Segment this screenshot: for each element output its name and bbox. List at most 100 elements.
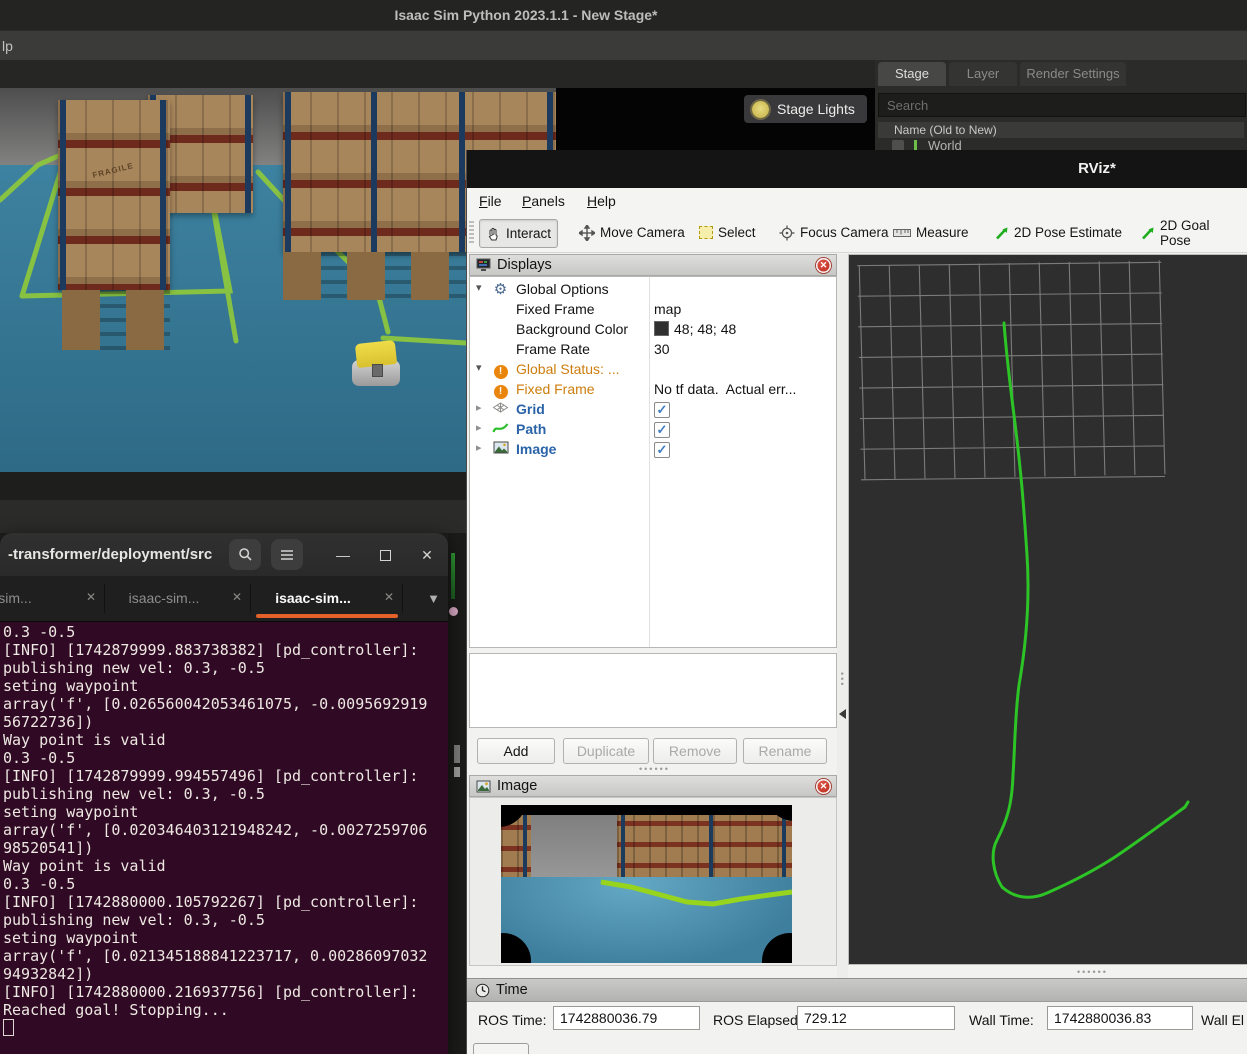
toolbar-interact-button[interactable]: Interact [479,219,558,248]
add-button[interactable]: Add [477,738,555,764]
rviz-menu-panels[interactable]: Panels [522,188,565,215]
terminal-tab-0[interactable]: sim... ✕ [0,576,104,621]
drag-handle[interactable]: •••••• [639,764,670,774]
row-label: Global Status: ... [516,361,620,377]
enabled-checkbox[interactable]: ✓ [654,402,670,418]
light-bulb-icon [752,101,769,118]
visibility-bar-icon [914,140,917,150]
toolbar-grip[interactable] [469,221,474,245]
collapse-arrow-icon[interactable] [839,709,846,719]
panel-splitter[interactable]: ••• [837,254,848,994]
toolbar-2d-pose-estimate-button[interactable]: 2D Pose Estimate [989,219,1128,246]
time-panel-header[interactable]: Time [467,978,1247,1002]
isaac-window-title: Isaac Sim Python 2023.1.1 - New Stage* [0,0,1052,30]
displays-panel-header[interactable]: Displays ✕ [469,254,837,276]
close-icon[interactable]: ✕ [816,779,831,794]
toolbar-focus-camera-button[interactable]: Focus Camera [773,219,895,246]
displays-row-path[interactable]: ▸Path✓ [470,420,836,440]
menu-button[interactable] [271,539,303,570]
rviz-3d-view[interactable] [848,254,1247,965]
pose-arrow-icon [995,226,1009,240]
tab-close-icon[interactable]: ✕ [232,590,242,604]
stage-search-input[interactable] [878,93,1246,117]
displays-row-grid[interactable]: ▸ Grid ✓ [470,400,836,420]
toolbar-select-button[interactable]: Select [693,219,762,246]
viewport-lower-strip [0,472,466,500]
time-field-input[interactable] [797,1006,955,1030]
menu-help-partial[interactable]: lp [2,31,13,61]
remove-button[interactable]: Remove [653,738,737,764]
expander-icon[interactable]: ▸ [476,401,482,414]
search-button[interactable] [229,539,261,570]
row-value[interactable]: No tf data. Actual err... [654,381,796,397]
displays-tree: ▾⚙Global OptionsFixed FramemapBackground… [469,276,837,648]
toolbar-button-label: 2D Goal Pose [1160,218,1242,248]
property-pane [469,653,837,728]
rviz-titlebar[interactable]: RViz* [467,150,1247,188]
close-button[interactable]: ✕ [412,540,442,570]
chevron-down-icon[interactable]: ▼ [427,576,440,621]
expander-icon[interactable]: ▾ [476,281,482,294]
rviz-window-title: RViz* [1052,150,1142,188]
enabled-checkbox[interactable]: ✓ [654,442,670,458]
expander-icon[interactable]: ▾ [476,361,482,374]
rviz-menu-help[interactable]: Help [587,188,616,215]
toolbar-measure-button[interactable]: Measure [887,219,975,246]
time-field-input[interactable] [553,1006,700,1030]
maximize-icon [380,550,391,561]
isaac-menubar: lp [0,30,1247,61]
row-label: Image [516,441,556,457]
duplicate-button[interactable]: Duplicate [563,738,649,764]
warehouse-robot[interactable] [352,342,400,386]
time-panel-title: Time [496,982,528,998]
viewport-black-region: Stage Lights [556,88,880,150]
image-icon [492,441,509,458]
stage-tab-render-settings[interactable]: Render Settings [1020,62,1126,86]
rename-button[interactable]: Rename [743,738,827,764]
tab-close-icon[interactable]: ✕ [384,590,394,604]
stage-row-world[interactable]: World [878,140,1244,150]
tab-label: sim... [0,576,76,621]
displays-row-global-options[interactable]: ▾⚙Global Options [470,280,836,300]
background-strip [448,533,466,1054]
image-panel-icon [476,780,491,793]
maximize-button[interactable] [370,540,400,570]
drag-handle[interactable]: •••••• [1077,967,1108,977]
tab-separator [250,584,251,613]
expander-icon[interactable]: ▸ [476,441,482,454]
row-label: Grid [516,401,545,417]
stage-name-column-header: Name (Old to New) [878,122,1244,138]
displays-row-fixed-frame[interactable]: Fixed Framemap [470,300,836,320]
active-tab-underline [256,614,398,618]
terminal-output[interactable]: 0.3 -0.5 [INFO] [1742879999.883738382] [… [0,621,448,1054]
enabled-checkbox[interactable]: ✓ [654,422,670,438]
toolbar-2d-goal-pose-button[interactable]: 2D Goal Pose [1135,219,1247,246]
stage-tab-stage[interactable]: Stage [878,62,946,86]
prim-icon [892,140,904,150]
minimize-button[interactable]: — [328,540,358,570]
stage-lights-button[interactable]: Stage Lights [744,95,867,123]
reset-button-partial[interactable] [473,1043,529,1054]
toolbar-move-camera-button[interactable]: Move Camera [573,219,691,246]
expander-icon[interactable]: ▸ [476,421,482,434]
terminal-titlebar[interactable]: -transformer/deployment/src — ✕ [0,533,448,576]
terminal-tab-1[interactable]: isaac-sim...✕ [106,576,250,621]
image-panel-header[interactable]: Image ✕ [469,775,837,797]
row-label: Fixed Frame [516,381,595,397]
close-icon[interactable]: ✕ [816,258,831,273]
hamburger-icon [280,549,294,561]
row-value[interactable]: 48; 48; 48 [654,321,736,337]
displays-row-frame-rate[interactable]: Frame Rate30 [470,340,836,360]
terminal-tab-2[interactable]: isaac-sim...✕ [252,576,402,621]
row-value[interactable]: 30 [654,341,670,357]
displays-row-global-status[interactable]: ▾!Global Status: ... [470,360,836,380]
displays-row-fixed-frame[interactable]: !Fixed FrameNo tf data. Actual err... [470,380,836,400]
row-value[interactable]: map [654,301,681,317]
tab-close-icon[interactable]: ✕ [86,590,96,604]
time-field-input[interactable] [1047,1006,1193,1030]
rviz-menu-file[interactable]: File [479,188,502,215]
displays-row-image[interactable]: ▸ Image ✓ [470,440,836,460]
stage-tab-layer[interactable]: Layer [949,62,1017,86]
displays-panel-title: Displays [497,257,552,273]
displays-row-background-color[interactable]: Background Color48; 48; 48 [470,320,836,340]
